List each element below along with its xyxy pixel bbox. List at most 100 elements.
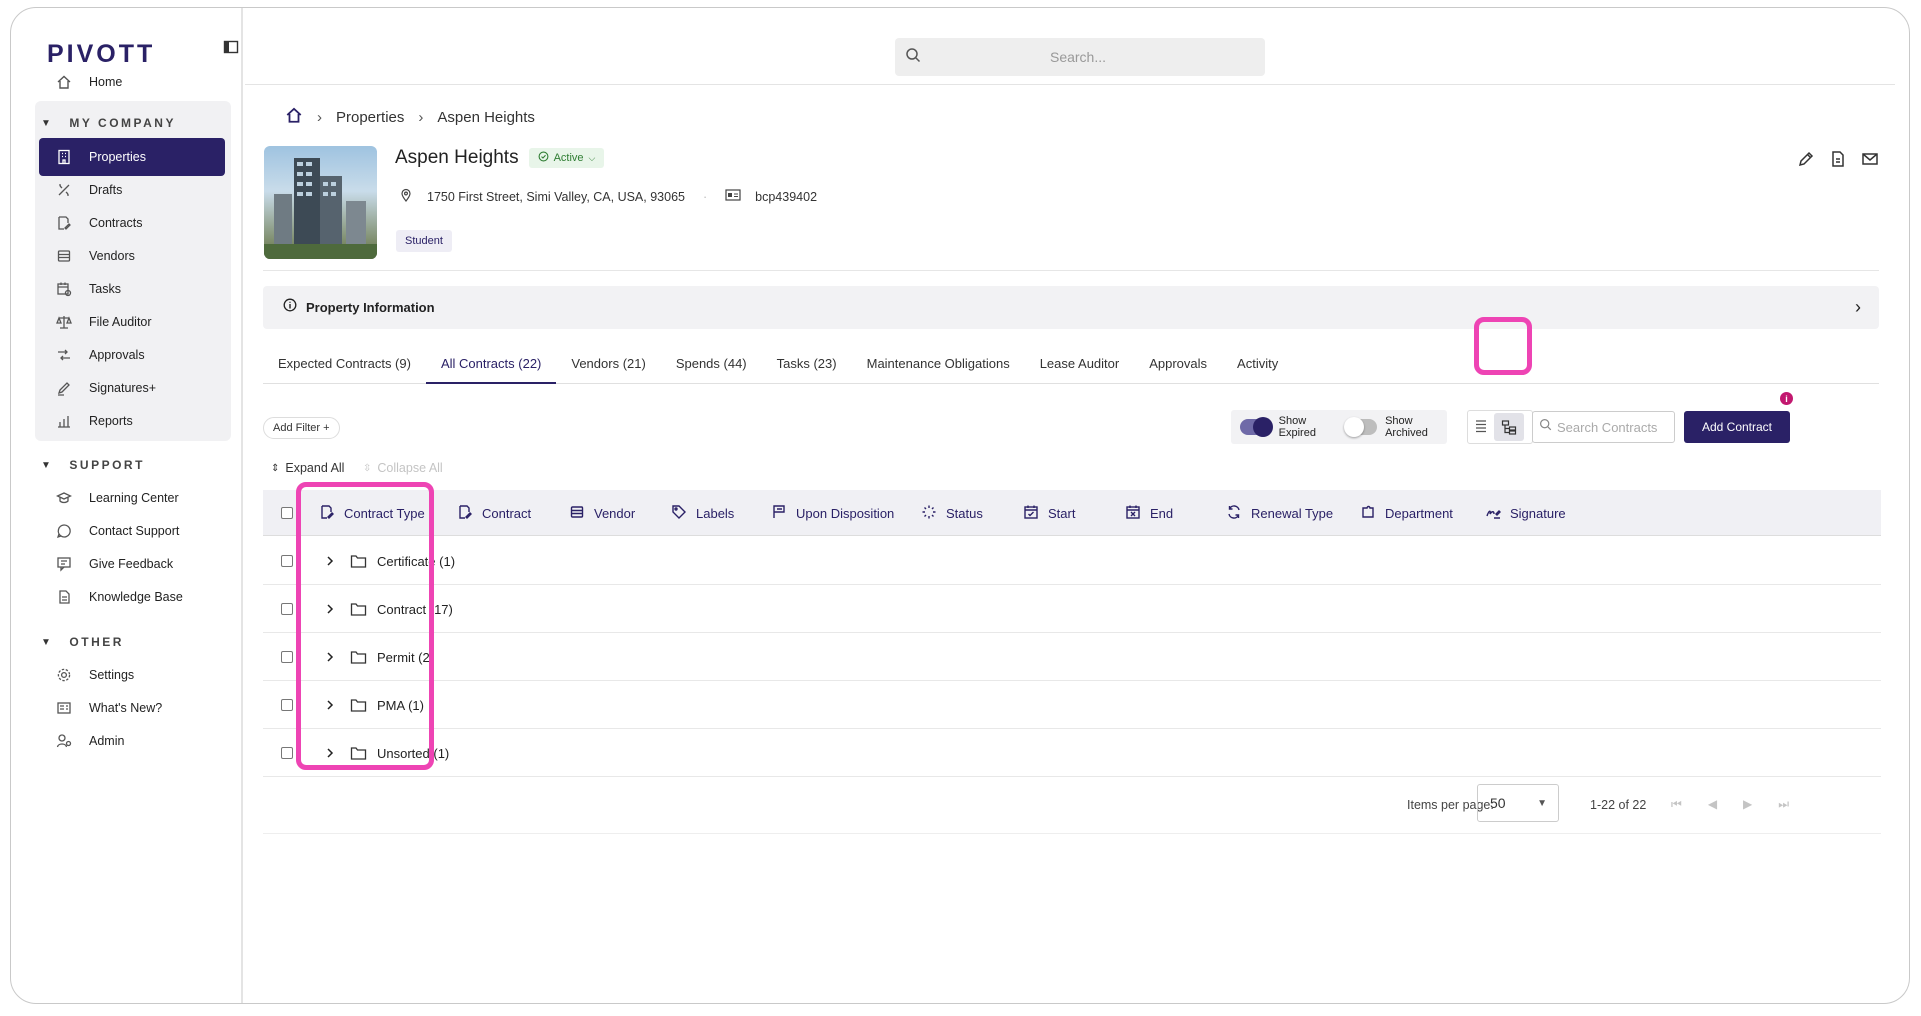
row-checkbox[interactable] <box>281 537 293 585</box>
table-row[interactable]: Unsorted (1) <box>263 729 1881 777</box>
column-header-labels[interactable]: Labels <box>671 490 734 536</box>
vendor-icon <box>53 246 75 266</box>
expand-icon: ⇕ <box>271 462 280 474</box>
tab-maintenance-obligations[interactable]: Maintenance Obligations <box>852 348 1025 384</box>
column-header-renewal-type[interactable]: Renewal Type <box>1226 490 1333 536</box>
sidebar-item-label: Drafts <box>89 183 123 197</box>
scale-icon <box>53 312 75 332</box>
column-header-signature[interactable]: Signature <box>1485 490 1566 536</box>
column-header-vendor[interactable]: Vendor <box>569 490 635 536</box>
show-archived-toggle[interactable] <box>1344 417 1378 437</box>
property-information-panel[interactable]: Property Information › <box>263 286 1879 329</box>
label-tag-icon <box>671 504 687 523</box>
search-icon <box>905 47 921 68</box>
caret-down-icon: ▼ <box>41 117 54 129</box>
feedback-icon <box>53 554 75 574</box>
add-filter-button[interactable]: Add Filter + <box>263 417 340 439</box>
calendar-x-icon <box>1125 504 1141 523</box>
sidebar-item-home[interactable]: Home <box>39 63 225 101</box>
add-contract-button[interactable]: Add Contract <box>1684 411 1790 443</box>
column-header-status[interactable]: Status <box>921 490 983 536</box>
expand-all-button[interactable]: ⇕ Expand All <box>271 461 344 475</box>
tab-spends[interactable]: Spends (44) <box>661 348 762 384</box>
chevron-right-icon: › <box>1855 297 1861 317</box>
sidebar-item-label: Give Feedback <box>89 557 174 571</box>
tab-lease-auditor[interactable]: Lease Auditor <box>1025 348 1135 384</box>
column-header-upon-disposition[interactable]: Upon Disposition <box>771 490 894 536</box>
column-header-contract[interactable]: Contract <box>457 490 531 536</box>
status-badge[interactable]: Active ⌵ <box>528 148 605 168</box>
chevron-right-icon: › <box>317 108 322 126</box>
divider <box>263 270 1879 271</box>
table-row[interactable]: PMA (1) <box>263 681 1881 729</box>
column-header-start[interactable]: Start <box>1023 490 1075 536</box>
list-view-icon[interactable] <box>1474 418 1488 439</box>
home-icon[interactable] <box>285 106 303 128</box>
table-row[interactable]: Contract (17) <box>263 585 1881 633</box>
admin-user-icon <box>53 731 75 751</box>
collapse-all-button[interactable]: ⇳ Collapse All <box>363 461 443 475</box>
next-page-icon[interactable]: ▶ <box>1743 797 1752 812</box>
sidebar-item-knowledge-base[interactable]: Knowledge Base <box>39 578 225 616</box>
property-tag: Student <box>396 230 452 252</box>
edit-pencil-icon[interactable] <box>1797 150 1815 173</box>
row-checkbox[interactable] <box>281 681 293 729</box>
table-row[interactable]: Permit (2) <box>263 633 1881 681</box>
sidebar-toggle-icon[interactable] <box>223 39 239 60</box>
document-icon[interactable] <box>1829 150 1847 173</box>
sidebar-item-label: Settings <box>89 668 135 682</box>
sidebar-item-label: Contact Support <box>89 524 180 538</box>
show-expired-toggle[interactable] <box>1240 417 1273 437</box>
row-checkbox[interactable] <box>281 633 293 681</box>
search-contracts-input[interactable]: Search Contracts <box>1532 411 1675 443</box>
section-support[interactable]: ▼ SUPPORT <box>41 458 145 472</box>
sidebar-item-admin[interactable]: Admin <box>39 722 225 760</box>
collapse-icon: ⇳ <box>363 462 372 474</box>
tab-all-contracts[interactable]: All Contracts (22) <box>425 348 557 384</box>
tab-vendors[interactable]: Vendors (21) <box>556 348 660 384</box>
signature-icon <box>1485 504 1501 523</box>
tab-approvals[interactable]: Approvals <box>1134 348 1222 384</box>
info-badge-icon[interactable]: i <box>1780 392 1793 405</box>
home-icon <box>53 72 75 92</box>
sidebar-item-label: Admin <box>89 734 125 748</box>
caret-down-icon: ▼ <box>41 459 54 471</box>
search-placeholder: Search... <box>1049 49 1107 65</box>
column-header-end[interactable]: End <box>1125 490 1173 536</box>
property-address: 1750 First Street, Simi Valley, CA, USA,… <box>427 189 685 204</box>
sidebar-item-label: Contracts <box>89 216 143 230</box>
gear-icon <box>53 665 75 685</box>
column-header-department[interactable]: Department <box>1360 490 1453 536</box>
table-row[interactable]: Certificate (1) <box>263 537 1881 585</box>
sidebar-item-label: Home <box>89 75 123 89</box>
items-per-page-select[interactable]: 50 ▼ <box>1477 784 1559 822</box>
last-page-icon[interactable]: ⏭ <box>1778 797 1789 812</box>
breadcrumb-current: Aspen Heights <box>437 108 535 126</box>
prev-page-icon[interactable]: ◀ <box>1708 797 1717 812</box>
drafts-icon <box>53 180 75 200</box>
sidebar-item-label: Properties <box>89 150 146 164</box>
mail-icon[interactable] <box>1861 150 1879 173</box>
building-icon <box>53 147 75 167</box>
highlight-contract-type-column <box>296 482 434 770</box>
breadcrumb-properties[interactable]: Properties <box>336 109 404 126</box>
row-checkbox[interactable] <box>281 729 293 777</box>
select-all-checkbox[interactable] <box>281 490 293 536</box>
tab-activity[interactable]: Activity <box>1222 348 1293 384</box>
tab-tasks[interactable]: Tasks (23) <box>762 348 852 384</box>
chevron-right-icon: › <box>418 108 424 126</box>
check-circle-icon <box>538 151 549 165</box>
app-window: PIVOTT Home ▼ MY COMPANY Properties Drafts… <box>10 7 1910 1004</box>
section-other[interactable]: ▼ OTHER <box>41 635 124 649</box>
first-page-icon[interactable]: ⏮ <box>1671 797 1682 812</box>
tab-expected-contracts[interactable]: Expected Contracts (9) <box>263 348 426 384</box>
section-my-company[interactable]: ▼ MY COMPANY <box>41 116 176 130</box>
row-checkbox[interactable] <box>281 585 293 633</box>
sidebar-item-reports[interactable]: Reports <box>39 402 225 440</box>
chat-icon <box>53 521 75 541</box>
approvals-icon <box>53 345 75 365</box>
global-search-input[interactable]: Search... <box>895 38 1265 76</box>
tree-view-icon[interactable] <box>1494 413 1524 441</box>
top-bar: Search... <box>223 8 1895 85</box>
highlight-view-switch <box>1474 317 1532 375</box>
